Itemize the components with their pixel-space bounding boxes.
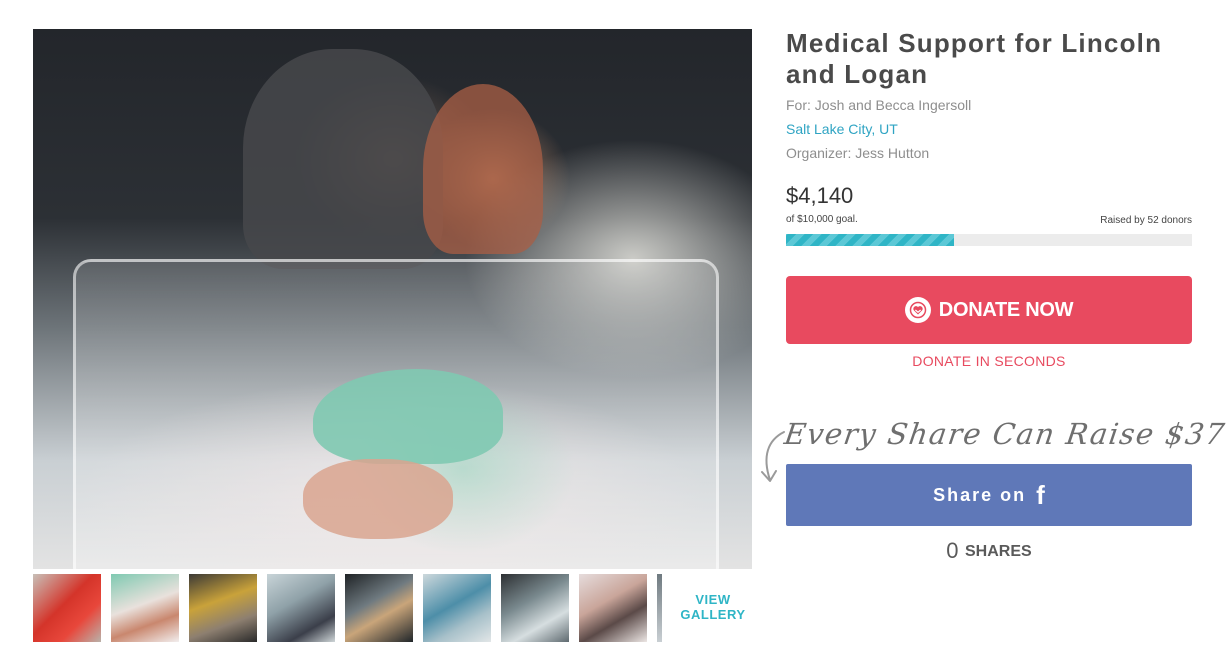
share-tagline: Every Share Can Raise $37 bbox=[782, 417, 1228, 451]
raised-amount: $4,140 bbox=[786, 183, 854, 208]
gallery-thumbnail[interactable] bbox=[189, 574, 257, 642]
shares-count: 0 bbox=[946, 538, 959, 563]
goal-text: of $10,000 goal. bbox=[786, 214, 858, 225]
view-gallery-link[interactable]: VIEW GALLERY bbox=[673, 592, 753, 622]
shares-label: SHARES bbox=[965, 543, 1032, 560]
share-on-facebook-button[interactable]: Share on f bbox=[786, 464, 1192, 526]
gallery-thumbnail[interactable] bbox=[501, 574, 569, 642]
gallery-thumbnails: VIEW GALLERY bbox=[33, 574, 752, 642]
campaign-title: Medical Support for Lincoln and Logan bbox=[786, 28, 1163, 89]
gallery-thumbnail-partial[interactable] bbox=[657, 574, 662, 642]
gallery-thumbnail[interactable] bbox=[33, 574, 101, 642]
view-gallery-label-line2: GALLERY bbox=[680, 607, 746, 622]
view-gallery-label-line1: VIEW bbox=[695, 592, 731, 607]
facebook-icon: f bbox=[1036, 480, 1045, 510]
photo-baby bbox=[303, 459, 453, 539]
photo-figure-mother bbox=[423, 84, 543, 254]
donate-in-seconds-link[interactable]: DONATE IN SECONDS bbox=[786, 353, 1192, 369]
share-button-label: Share on bbox=[933, 484, 1027, 505]
donate-now-label: DONATE NOW bbox=[938, 298, 1074, 321]
gallery-thumbnail[interactable] bbox=[267, 574, 335, 642]
heart-circle-icon bbox=[904, 297, 931, 323]
donate-now-button[interactable]: DONATE NOW bbox=[786, 276, 1192, 344]
beneficiary-line: For: Josh and Becca Ingersoll bbox=[786, 97, 972, 113]
location-link[interactable]: Salt Lake City, UT bbox=[786, 121, 898, 137]
gallery-thumbnail[interactable] bbox=[345, 574, 413, 642]
organizer-line: Organizer: Jess Hutton bbox=[786, 145, 930, 161]
photo-figure-father bbox=[243, 49, 443, 269]
gallery-thumbnail[interactable] bbox=[579, 574, 647, 642]
main-campaign-photo[interactable] bbox=[33, 29, 752, 569]
shares-counter: 0 SHARES bbox=[786, 538, 1192, 564]
gallery-thumbnail[interactable] bbox=[111, 574, 179, 642]
funding-progress-fill bbox=[786, 234, 955, 246]
funding-progress-bar bbox=[786, 234, 1192, 246]
gallery-thumbnail[interactable] bbox=[423, 574, 491, 642]
donors-count-text: Raised by 52 donors bbox=[1100, 215, 1192, 226]
